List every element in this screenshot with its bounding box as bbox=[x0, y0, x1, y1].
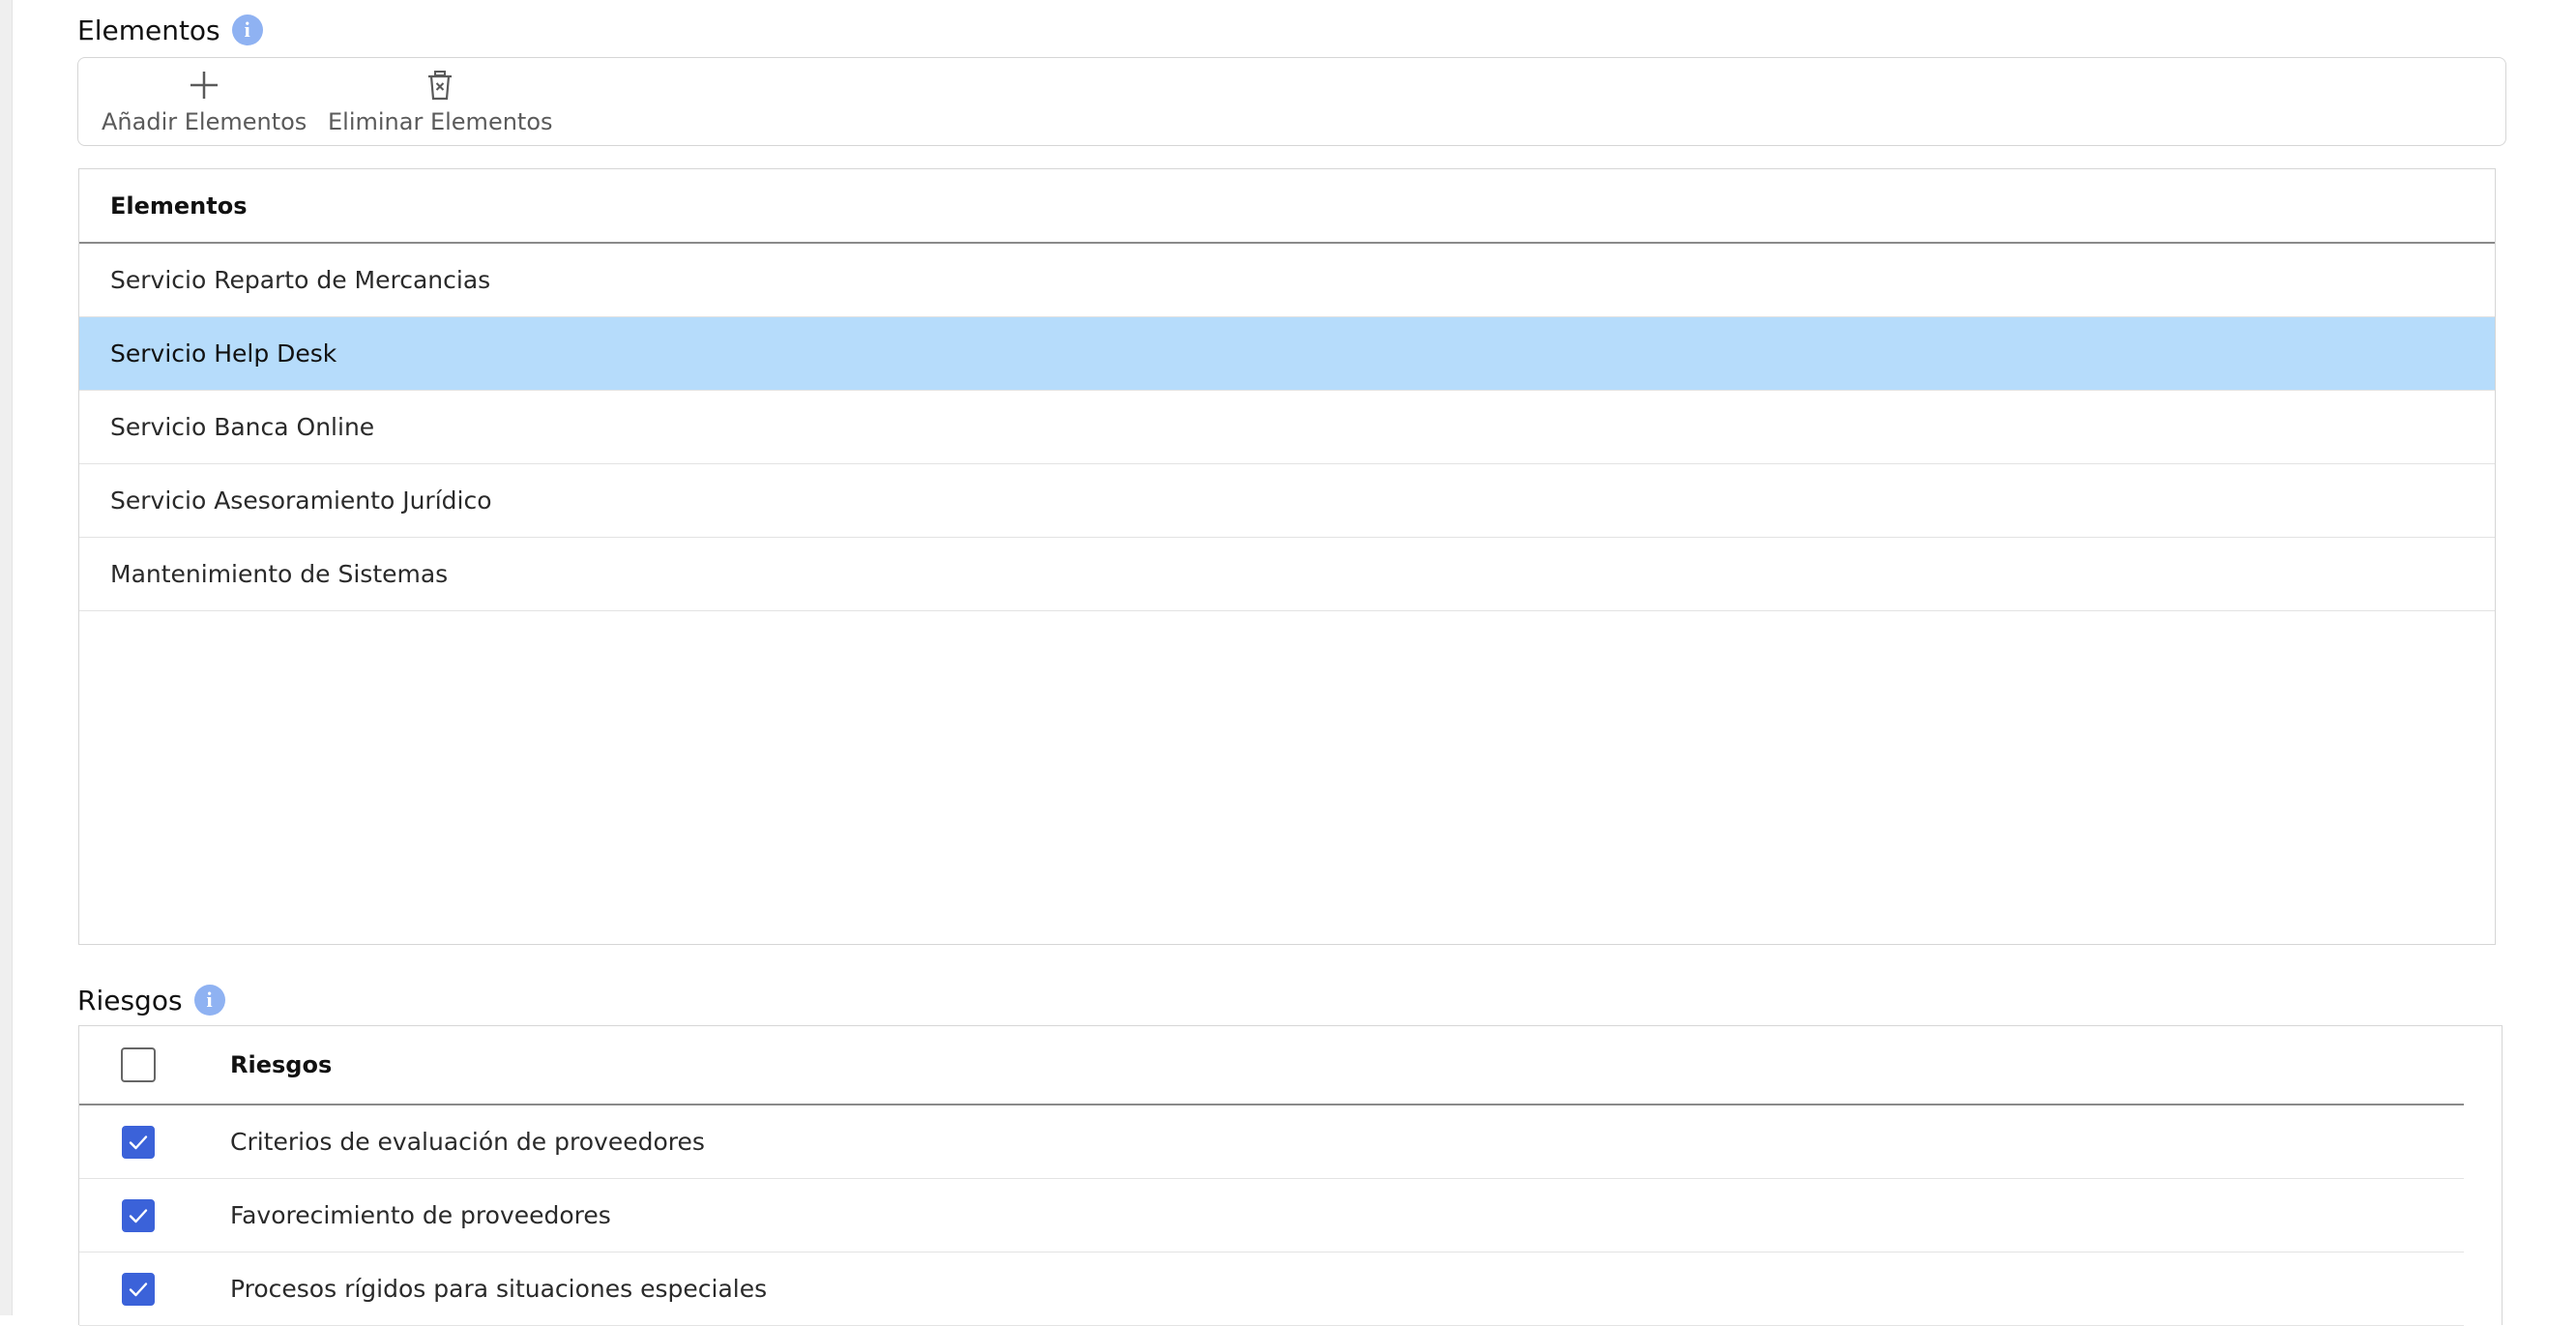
row-label: Servicio Banca Online bbox=[110, 413, 375, 441]
info-icon[interactable]: i bbox=[231, 15, 263, 45]
delete-elements-button[interactable]: Eliminar Elementos bbox=[328, 66, 553, 143]
risks-header: Riesgos i bbox=[77, 984, 225, 1017]
row-label: Favorecimiento de proveedores bbox=[230, 1201, 611, 1229]
risks-title: Riesgos bbox=[77, 984, 183, 1017]
trash-icon bbox=[421, 66, 459, 104]
row-label: Servicio Help Desk bbox=[110, 339, 337, 368]
left-rail bbox=[0, 0, 13, 1315]
table-row[interactable]: Servicio Asesoramiento Jurídico bbox=[79, 464, 2495, 538]
elements-section: Elementos i bbox=[77, 14, 2533, 46]
table-row[interactable]: Mantenimiento de Sistemas bbox=[79, 538, 2495, 611]
add-elements-button[interactable]: Añadir Elementos bbox=[102, 66, 307, 143]
select-all-cell bbox=[79, 1047, 197, 1082]
elements-table: Elementos Servicio Reparto de Mercancias… bbox=[78, 168, 2496, 945]
row-checkbox[interactable] bbox=[122, 1198, 155, 1232]
plus-icon bbox=[185, 66, 223, 104]
row-label: Procesos rígidos para situaciones especi… bbox=[230, 1275, 768, 1303]
risks-table-header: Riesgos bbox=[79, 1026, 2464, 1105]
check-icon bbox=[129, 1134, 148, 1149]
elements-toolbar: Añadir Elementos Eliminar Elementos bbox=[77, 57, 2506, 146]
row-label: Criterios de evaluación de proveedores bbox=[230, 1128, 705, 1156]
row-checkbox[interactable] bbox=[122, 1125, 155, 1159]
row-label: Servicio Reparto de Mercancias bbox=[110, 266, 491, 294]
checkbox-cell bbox=[79, 1125, 197, 1159]
table-row-selected[interactable]: Servicio Help Desk bbox=[79, 317, 2495, 391]
risks-column-header: Riesgos bbox=[230, 1051, 333, 1078]
row-checkbox[interactable] bbox=[122, 1272, 155, 1306]
table-row[interactable]: Criterios de evaluación de proveedores bbox=[79, 1105, 2464, 1179]
select-all-checkbox[interactable] bbox=[121, 1047, 156, 1082]
row-label: Mantenimiento de Sistemas bbox=[110, 560, 449, 588]
row-label: Servicio Asesoramiento Jurídico bbox=[110, 486, 492, 515]
delete-elements-label: Eliminar Elementos bbox=[328, 108, 553, 135]
table-row[interactable]: Servicio Banca Online bbox=[79, 391, 2495, 464]
check-icon bbox=[129, 1282, 148, 1296]
table-row[interactable]: Favorecimiento de proveedores bbox=[79, 1179, 2464, 1252]
elements-header: Elementos i bbox=[77, 14, 2533, 46]
risks-section: Riesgos i bbox=[77, 984, 225, 1017]
check-icon bbox=[129, 1208, 148, 1223]
checkbox-cell bbox=[79, 1272, 197, 1306]
table-row[interactable]: Servicio Reparto de Mercancias bbox=[79, 244, 2495, 317]
elements-title: Elementos bbox=[77, 14, 220, 46]
add-elements-label: Añadir Elementos bbox=[102, 108, 307, 135]
risks-table: Riesgos Criterios de evaluación de prove… bbox=[78, 1025, 2503, 1326]
info-icon[interactable]: i bbox=[193, 985, 225, 1016]
checkbox-cell bbox=[79, 1198, 197, 1232]
elements-column-header: Elementos bbox=[79, 169, 2495, 244]
